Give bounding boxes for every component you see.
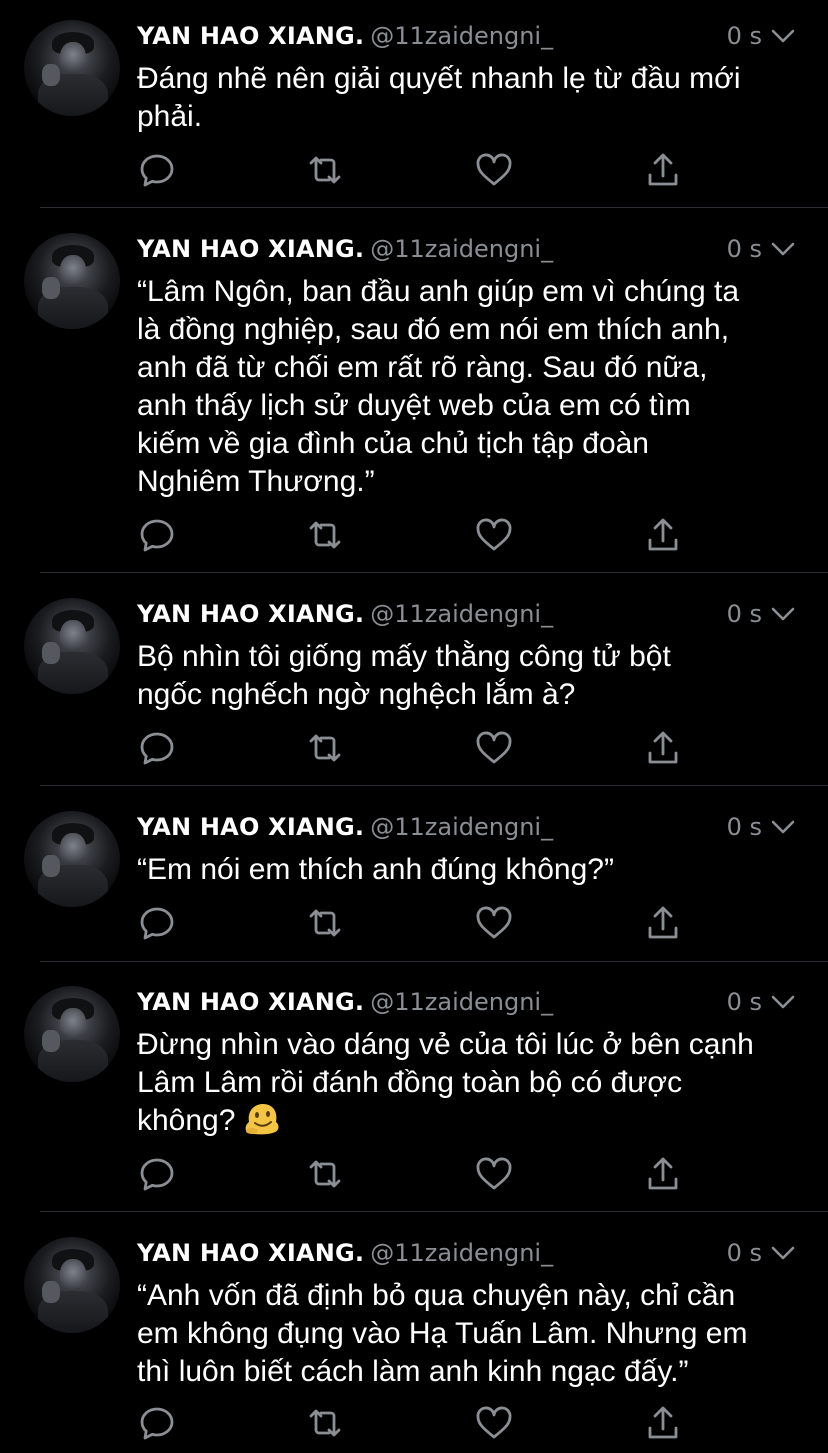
timestamp: 0 s: [726, 988, 762, 1016]
timestamp: 0 s: [726, 600, 762, 628]
share-icon[interactable]: [643, 515, 683, 555]
chevron-down-icon[interactable]: [770, 24, 796, 48]
heart-icon[interactable]: [474, 515, 514, 555]
reply-icon[interactable]: [137, 150, 177, 190]
timestamp: 0 s: [726, 813, 762, 841]
chevron-down-icon[interactable]: [770, 990, 796, 1014]
tweet-header: YAN HAO XIANG. @11zaidengni_: [137, 813, 553, 849]
avatar[interactable]: [24, 1237, 120, 1333]
heart-icon[interactable]: [474, 150, 514, 190]
avatar[interactable]: [24, 20, 120, 116]
username-handle[interactable]: @11zaidengni_: [370, 1239, 553, 1267]
username-handle[interactable]: @11zaidengni_: [370, 813, 553, 841]
heart-icon[interactable]: [474, 903, 514, 943]
display-name[interactable]: YAN HAO XIANG.: [137, 813, 364, 841]
avatar[interactable]: [24, 598, 120, 694]
share-icon[interactable]: [643, 903, 683, 943]
avatar[interactable]: [24, 986, 120, 1082]
timestamp: 0 s: [726, 1239, 762, 1267]
tweet-actions: [137, 728, 697, 768]
retweet-icon[interactable]: [305, 1403, 345, 1443]
retweet-icon[interactable]: [305, 728, 345, 768]
display-name[interactable]: YAN HAO XIANG.: [137, 1239, 364, 1267]
chevron-down-icon[interactable]: [770, 1241, 796, 1265]
tweet-actions: [137, 1154, 697, 1194]
retweet-icon[interactable]: [305, 150, 345, 190]
tweet-text: Đáng nhẽ nên giải quyết nhanh lẹ từ đầu …: [137, 62, 741, 133]
tweet-header: YAN HAO XIANG. @11zaidengni_: [137, 1239, 553, 1275]
tweet-header: YAN HAO XIANG. @11zaidengni_: [137, 22, 553, 58]
display-name[interactable]: YAN HAO XIANG.: [137, 235, 364, 263]
chevron-down-icon[interactable]: [770, 602, 796, 626]
tweet-text: “Anh vốn đã định bỏ qua chuyện này, chỉ …: [137, 1279, 748, 1388]
reply-icon[interactable]: [137, 903, 177, 943]
avatar[interactable]: [24, 811, 120, 907]
share-icon[interactable]: [643, 728, 683, 768]
timestamp: 0 s: [726, 235, 762, 263]
share-icon[interactable]: [643, 1154, 683, 1194]
display-name[interactable]: YAN HAO XIANG.: [137, 600, 364, 628]
tweet-header: YAN HAO XIANG. @11zaidengni_: [137, 600, 553, 636]
tweet-actions: [137, 903, 697, 943]
melting-face-emoji: [246, 1104, 279, 1135]
tweet[interactable]: YAN HAO XIANG. @11zaidengni_ 0 s “Lâm Ngô…: [0, 213, 828, 573]
reply-icon[interactable]: [137, 515, 177, 555]
tweet-actions: [137, 150, 697, 190]
retweet-icon[interactable]: [305, 515, 345, 555]
heart-icon[interactable]: [474, 1154, 514, 1194]
tweet-header: YAN HAO XIANG. @11zaidengni_: [137, 988, 553, 1024]
username-handle[interactable]: @11zaidengni_: [370, 235, 553, 263]
tweet-text-content: Đừng nhìn vào dáng vẻ của tôi lúc ở bên …: [137, 1028, 754, 1137]
divider: [40, 961, 828, 962]
tweet-text: Đừng nhìn vào dáng vẻ của tôi lúc ở bên …: [137, 1026, 802, 1140]
username-handle[interactable]: @11zaidengni_: [370, 988, 553, 1016]
share-icon[interactable]: [643, 1403, 683, 1443]
username-handle[interactable]: @11zaidengni_: [370, 22, 553, 50]
reply-icon[interactable]: [137, 1154, 177, 1194]
timestamp: 0 s: [726, 22, 762, 50]
tweet[interactable]: YAN HAO XIANG. @11zaidengni_ 0 s Bộ nhìn …: [0, 578, 828, 786]
retweet-icon[interactable]: [305, 903, 345, 943]
chevron-down-icon[interactable]: [770, 237, 796, 261]
tweet[interactable]: YAN HAO XIANG. @11zaidengni_ 0 s Đừng nhì…: [0, 966, 828, 1212]
heart-icon[interactable]: [474, 1403, 514, 1443]
heart-icon[interactable]: [474, 728, 514, 768]
reply-icon[interactable]: [137, 728, 177, 768]
divider: [40, 572, 828, 573]
tweet-header: YAN HAO XIANG. @11zaidengni_: [137, 235, 553, 271]
avatar[interactable]: [24, 233, 120, 329]
divider: [40, 207, 828, 208]
tweet-actions: [137, 515, 697, 555]
share-icon[interactable]: [643, 150, 683, 190]
tweet[interactable]: YAN HAO XIANG. @11zaidengni_ 0 s “Anh vốn…: [0, 1217, 828, 1453]
username-handle[interactable]: @11zaidengni_: [370, 600, 553, 628]
divider: [40, 785, 828, 786]
tweet-text: Bộ nhìn tôi giống mấy thằng công tử bột …: [137, 640, 671, 711]
divider: [40, 1211, 828, 1212]
tweet-text: “Lâm Ngôn, ban đầu anh giúp em vì chúng …: [137, 275, 740, 498]
display-name[interactable]: YAN HAO XIANG.: [137, 22, 364, 50]
display-name[interactable]: YAN HAO XIANG.: [137, 988, 364, 1016]
tweet-actions: [137, 1403, 697, 1443]
retweet-icon[interactable]: [305, 1154, 345, 1194]
tweet[interactable]: YAN HAO XIANG. @11zaidengni_ 0 s “Em nói …: [0, 791, 828, 962]
tweet-text: “Em nói em thích anh đúng không?”: [137, 853, 614, 886]
chevron-down-icon[interactable]: [770, 815, 796, 839]
tweet[interactable]: YAN HAO XIANG. @11zaidengni_ 0 s Đáng nhẽ…: [0, 0, 828, 208]
reply-icon[interactable]: [137, 1403, 177, 1443]
